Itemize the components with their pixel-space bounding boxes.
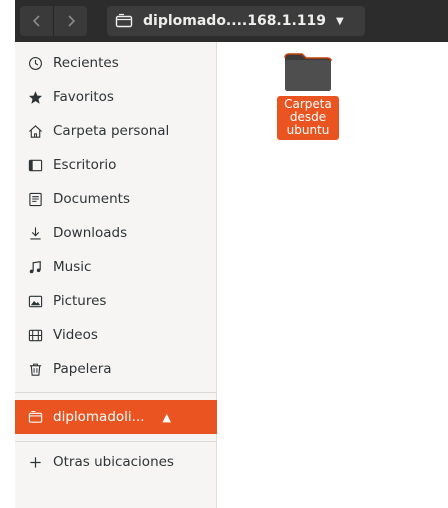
triangle-down-icon[interactable]: ▼ — [336, 16, 344, 27]
plus-icon — [27, 454, 43, 470]
download-icon — [27, 225, 43, 241]
sidebar-item-videos[interactable]: Videos — [15, 318, 217, 352]
sidebar-item-label: Videos — [53, 327, 98, 343]
sidebar-item-label: Favoritos — [53, 89, 114, 105]
sidebar-item-favoritos[interactable]: Favoritos — [15, 80, 217, 114]
back-button[interactable] — [20, 6, 53, 36]
sidebar: Recientes Favoritos Carpeta personal Esc… — [15, 42, 217, 508]
path-bar-button[interactable]: diplomado....168.1.119 ▼ — [107, 6, 365, 36]
sidebar-item-label: Documents — [53, 191, 130, 207]
sidebar-separator — [15, 441, 217, 442]
sidebar-item-otras-ubicaciones[interactable]: Otras ubicaciones — [15, 445, 217, 479]
picture-icon — [27, 293, 43, 309]
sidebar-separator — [15, 392, 217, 393]
sidebar-item-label: Pictures — [53, 293, 107, 309]
sidebar-item-label: Otras ubicaciones — [53, 454, 174, 470]
file-item-folder[interactable]: Carpeta desde ubuntu — [273, 48, 343, 140]
eject-icon[interactable]: ▲ — [163, 411, 171, 424]
file-view: Carpeta desde ubuntu — [217, 42, 448, 508]
sidebar-item-papelera[interactable]: Papelera — [15, 352, 217, 386]
trash-icon — [27, 361, 43, 377]
sidebar-item-carpeta-personal[interactable]: Carpeta personal — [15, 114, 217, 148]
file-name-label: Carpeta desde ubuntu — [277, 96, 339, 140]
music-icon — [27, 259, 43, 275]
sidebar-item-label: diplomadoli... — [53, 409, 145, 425]
sidebar-item-mounted-drive[interactable]: diplomadoli... ▲ — [15, 400, 217, 434]
desktop-icon — [27, 157, 43, 173]
sidebar-item-label: Carpeta personal — [53, 123, 170, 139]
film-icon — [27, 327, 43, 343]
chevron-right-icon — [67, 15, 75, 27]
network-drive-icon — [27, 409, 43, 425]
chevron-left-icon — [32, 15, 40, 27]
network-drive-icon — [115, 12, 133, 30]
clock-icon — [27, 55, 43, 71]
home-icon — [27, 123, 43, 139]
document-icon — [27, 191, 43, 207]
sidebar-item-escritorio[interactable]: Escritorio — [15, 148, 217, 182]
header-bar: diplomado....168.1.119 ▼ — [15, 0, 448, 42]
sidebar-item-recientes[interactable]: Recientes — [15, 46, 217, 80]
navigation-buttons — [20, 6, 87, 36]
file-manager-window: diplomado....168.1.119 ▼ Recientes Favor… — [15, 0, 448, 508]
sidebar-item-label: Papelera — [53, 361, 112, 377]
folder-icon — [284, 53, 332, 91]
sidebar-item-label: Music — [53, 259, 92, 275]
sidebar-item-label: Recientes — [53, 55, 119, 71]
sidebar-item-downloads[interactable]: Downloads — [15, 216, 217, 250]
sidebar-item-music[interactable]: Music — [15, 250, 217, 284]
sidebar-item-documents[interactable]: Documents — [15, 182, 217, 216]
sidebar-item-label: Escritorio — [53, 157, 117, 173]
sidebar-item-pictures[interactable]: Pictures — [15, 284, 217, 318]
path-label: diplomado....168.1.119 — [143, 13, 327, 29]
star-icon — [27, 89, 43, 105]
forward-button[interactable] — [53, 6, 87, 36]
sidebar-item-label: Downloads — [53, 225, 128, 241]
